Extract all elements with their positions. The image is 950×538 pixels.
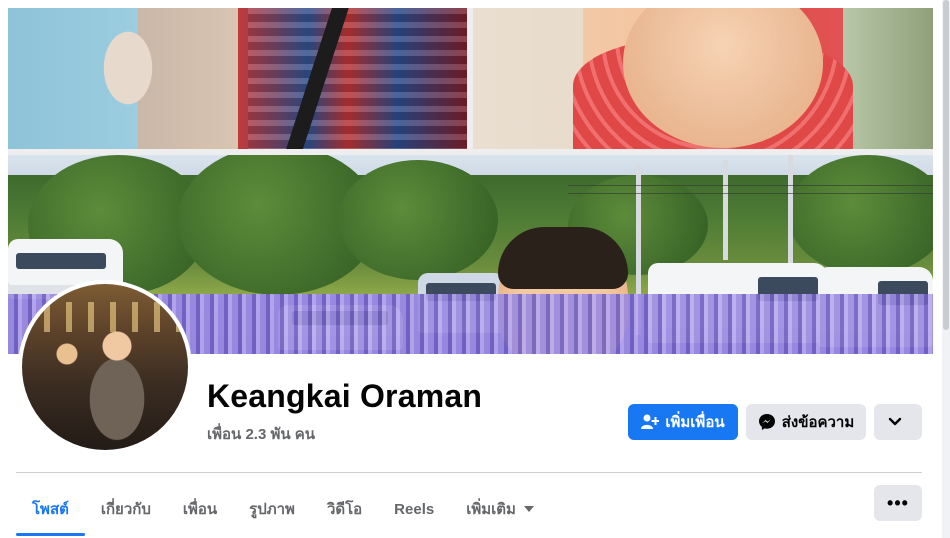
- tab-photos[interactable]: รูปภาพ: [233, 485, 311, 533]
- cover-photo-top-left: [8, 8, 467, 149]
- add-friend-button[interactable]: เพิ่มเพื่อน: [628, 404, 738, 440]
- message-button[interactable]: ส่งข้อความ: [746, 404, 866, 440]
- tab-more[interactable]: เพิ่มเติม: [450, 485, 550, 533]
- message-label: ส่งข้อความ: [781, 414, 855, 431]
- chevron-down-icon: [888, 417, 902, 426]
- profile-picture[interactable]: [22, 284, 188, 450]
- tab-options-button[interactable]: •••: [874, 485, 922, 521]
- profile-more-button[interactable]: [874, 404, 922, 440]
- more-options-icon: •••: [887, 492, 909, 513]
- add-friend-label: เพิ่มเพื่อน: [665, 414, 725, 431]
- profile-page: Keangkai Oraman เพื่อน 2.3 พัน คน เพิ่มเ…: [0, 0, 943, 538]
- add-friend-icon: [641, 414, 660, 429]
- messenger-icon: [758, 414, 775, 430]
- profile-tabs: โพสต์ เกี่ยวกับ เพื่อน รูปภาพ วิดีโอ Ree…: [16, 485, 550, 536]
- tab-posts[interactable]: โพสต์: [16, 485, 85, 536]
- scrollbar-thumb[interactable]: [943, 0, 949, 330]
- divider: [16, 472, 922, 473]
- scrollbar[interactable]: [942, 0, 950, 538]
- tab-about[interactable]: เกี่ยวกับ: [85, 485, 167, 533]
- tab-videos[interactable]: วิดีโอ: [311, 485, 378, 533]
- friends-count[interactable]: เพื่อน 2.3 พัน คน: [207, 422, 315, 446]
- caret-down-icon: [523, 506, 534, 512]
- cover-photo-top-right: [473, 8, 933, 149]
- profile-name: Keangkai Oraman: [207, 378, 483, 414]
- tab-friends[interactable]: เพื่อน: [167, 485, 233, 533]
- tab-reels[interactable]: Reels: [378, 485, 450, 533]
